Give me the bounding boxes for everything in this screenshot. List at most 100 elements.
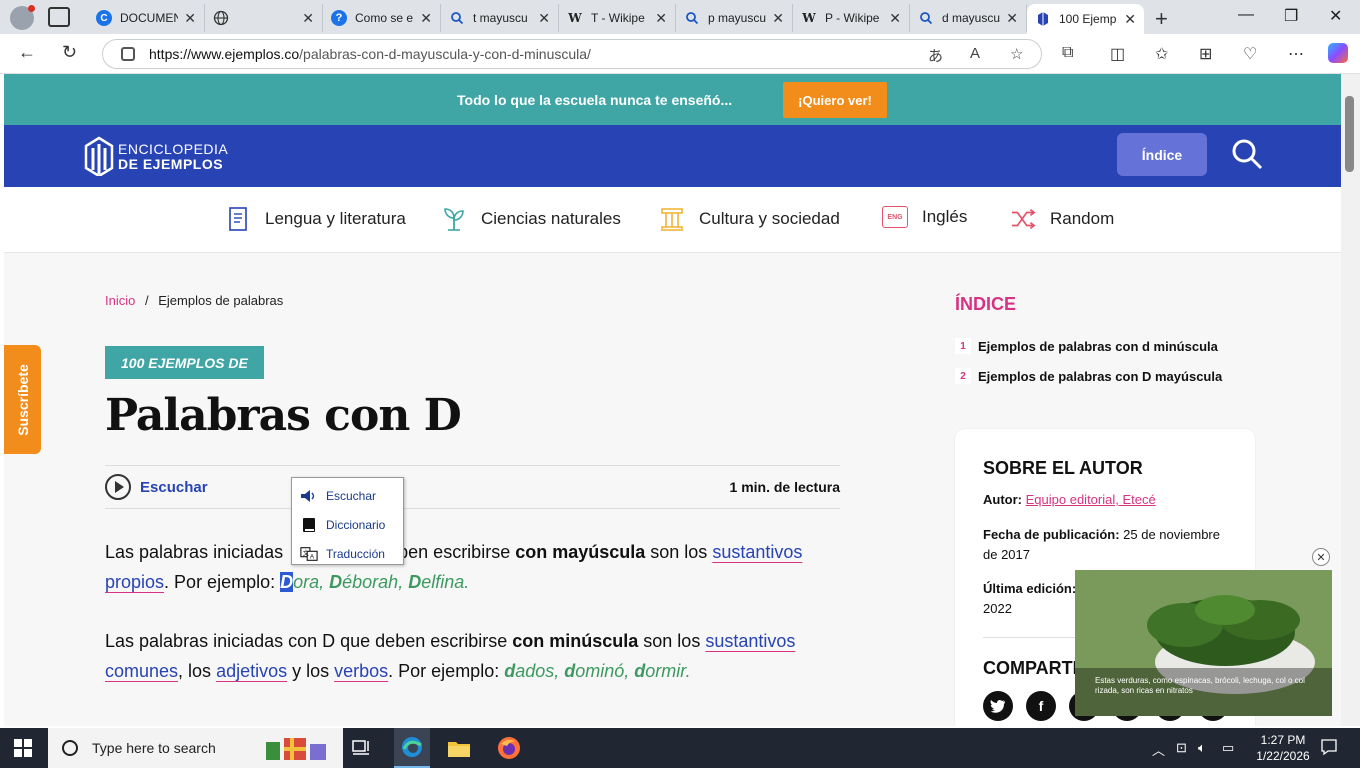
index-button[interactable]: Índice (1117, 133, 1207, 176)
category-cultura[interactable]: Cultura y sociedad (659, 206, 840, 232)
category-ciencias[interactable]: Ciencias naturales (441, 206, 621, 232)
news-widget-icon[interactable] (262, 734, 332, 762)
wikipedia-icon: W (568, 11, 582, 25)
task-view-icon[interactable] (347, 734, 375, 762)
twitter-icon[interactable] (983, 691, 1013, 721)
start-button[interactable] (14, 739, 32, 757)
close-tab-icon[interactable]: ✕ (889, 10, 901, 27)
logo-icon[interactable] (84, 134, 114, 176)
new-tab-icon[interactable]: + (1155, 6, 1168, 32)
promo-text: Todo lo que la escuela nunca te enseñó..… (457, 92, 733, 108)
notifications-icon[interactable] (1320, 738, 1338, 759)
dictionary-icon (300, 517, 318, 533)
close-tab-icon[interactable]: ✕ (538, 10, 550, 27)
promo-button[interactable]: ¡Quiero ver! (783, 82, 887, 118)
tab-globe[interactable]: ✕ (205, 4, 323, 32)
language-icon[interactable]: ▭ (1222, 740, 1234, 756)
link-verbos[interactable]: verbos (334, 661, 388, 681)
link-adjetivos[interactable]: adjetivos (216, 661, 287, 681)
category-random[interactable]: Random (1010, 206, 1114, 232)
context-item-diccionario[interactable]: Diccionario (292, 510, 403, 539)
help-icon: ? (331, 10, 347, 26)
author-line: Autor: Equipo editorial, Etecé (983, 492, 1156, 507)
file-explorer-icon[interactable] (445, 734, 473, 762)
context-item-traduccion[interactable]: 文A Traducción (292, 539, 403, 568)
toc-title: ÍNDICE (955, 294, 1017, 314)
close-tab-icon[interactable]: ✕ (655, 10, 667, 27)
plant-icon (441, 206, 467, 232)
breadcrumb-home[interactable]: Inicio (105, 293, 135, 308)
search-icon (62, 740, 78, 756)
author-card-title: SOBRE EL AUTOR (983, 458, 1143, 478)
ad-caption: Estas verduras, como espinacas, brócoli,… (1095, 676, 1305, 695)
site-header: ENCICLOPEDIA DE EJEMPLOS Índice (4, 125, 1341, 187)
scrollbar-thumb[interactable] (1345, 96, 1354, 172)
video-ad[interactable]: Estas verduras, como espinacas, brócoli,… (1075, 570, 1332, 716)
minimize-icon[interactable]: — (1238, 6, 1254, 24)
translate-page-icon[interactable]: あ (928, 45, 943, 66)
tab-strip: C DOCUMEN ✕ ✕ ? Como se e ✕ t mayuscu ✕ … (0, 0, 1360, 34)
globe-icon (213, 10, 229, 26)
close-tab-icon[interactable]: ✕ (420, 10, 432, 27)
network-icon[interactable]: ⊡ (1176, 740, 1187, 756)
logo-line-2[interactable]: DE EJEMPLOS (118, 156, 223, 172)
edge-taskbar-icon[interactable] (394, 728, 430, 768)
close-tab-icon[interactable]: ✕ (1124, 11, 1136, 28)
favorites-icon[interactable]: ✩ (1155, 44, 1168, 64)
copilot-icon[interactable] (1328, 43, 1348, 63)
close-window-icon[interactable]: ✕ (1329, 6, 1342, 26)
search-icon (684, 10, 700, 26)
read-aloud-icon[interactable]: A (970, 45, 980, 62)
extensions-icon[interactable]: ⧉ (1062, 44, 1073, 62)
tab-documen[interactable]: C DOCUMEN ✕ (88, 4, 205, 32)
close-tab-icon[interactable]: ✕ (1006, 10, 1018, 27)
close-tab-icon[interactable]: ✕ (184, 10, 196, 27)
author-link[interactable]: Equipo editorial, Etecé (1026, 492, 1156, 507)
category-ingles[interactable]: ENG Inglés (882, 206, 967, 228)
volume-icon[interactable]: 🔈︎ (1198, 740, 1206, 756)
notification-dot (28, 5, 35, 12)
tab-100-ejemplos[interactable]: 100 Ejemp ✕ (1027, 4, 1144, 34)
subscribe-tab[interactable]: Suscríbete (4, 345, 41, 454)
listen-button[interactable]: Escuchar (140, 479, 208, 496)
breadcrumb-current[interactable]: Ejemplos de palabras (158, 293, 283, 308)
search-icon (918, 10, 934, 26)
c-icon: C (96, 10, 112, 26)
selected-text[interactable]: D (280, 572, 294, 592)
close-tab-icon[interactable]: ✕ (302, 10, 314, 27)
category-lengua[interactable]: Lengua y literatura (225, 206, 406, 232)
performance-icon[interactable]: ♡ (1243, 44, 1257, 64)
play-icon[interactable] (105, 474, 131, 500)
close-tab-icon[interactable]: ✕ (772, 10, 784, 27)
facebook-icon[interactable]: f (1026, 691, 1056, 721)
toc-item-1[interactable]: 1 Ejemplos de palabras con d minúscula (955, 338, 1218, 354)
clock[interactable]: 1:27 PM 1/22/2026 (1247, 732, 1319, 764)
url-bar[interactable]: https://www.ejemplos.co/palabras-con-d-m… (102, 39, 1042, 69)
favorite-star-icon[interactable]: ☆ (1010, 45, 1023, 63)
collections-icon[interactable]: ⊞ (1199, 44, 1212, 64)
logo-line-1[interactable]: ENCICLOPEDIA (118, 141, 228, 157)
article-badge: 100 EJEMPLOS DE (105, 346, 264, 379)
context-item-escuchar[interactable]: Escuchar (292, 481, 403, 510)
tab-t-wikipedia[interactable]: W T - Wikipe ✕ (559, 4, 676, 32)
split-screen-icon[interactable]: ◫ (1110, 44, 1125, 64)
refresh-icon[interactable]: ↻ (62, 42, 77, 63)
context-menu: Escuchar Diccionario 文A Traducción (291, 477, 404, 565)
restore-icon[interactable]: ❐ (1284, 6, 1298, 26)
tab-actions-icon[interactable] (48, 7, 70, 27)
scrollbar[interactable] (1341, 74, 1360, 726)
search-icon[interactable] (1230, 137, 1264, 171)
firefox-icon[interactable] (495, 734, 523, 762)
site-info-icon[interactable] (121, 47, 135, 61)
ad-close-icon[interactable]: ✕ (1312, 548, 1330, 566)
back-icon[interactable]: ← (18, 42, 36, 63)
tab-d-mayuscu[interactable]: d mayuscu ✕ (910, 4, 1027, 32)
tray-chevron-icon[interactable]: ︿ (1152, 740, 1165, 759)
tab-p-mayuscu[interactable]: p mayuscu ✕ (676, 4, 793, 32)
more-menu-icon[interactable]: ⋯ (1288, 44, 1304, 64)
toc-item-2[interactable]: 2 Ejemplos de palabras con D mayúscula (955, 368, 1222, 384)
tab-como-se-e[interactable]: ? Como se e ✕ (323, 4, 441, 32)
tab-t-mayuscu[interactable]: t mayuscu ✕ (441, 4, 559, 32)
tab-p-wikipedia[interactable]: W P - Wikipe ✕ (793, 4, 910, 32)
publication-date: Fecha de publicación: 25 de noviembre de… (983, 527, 1220, 562)
